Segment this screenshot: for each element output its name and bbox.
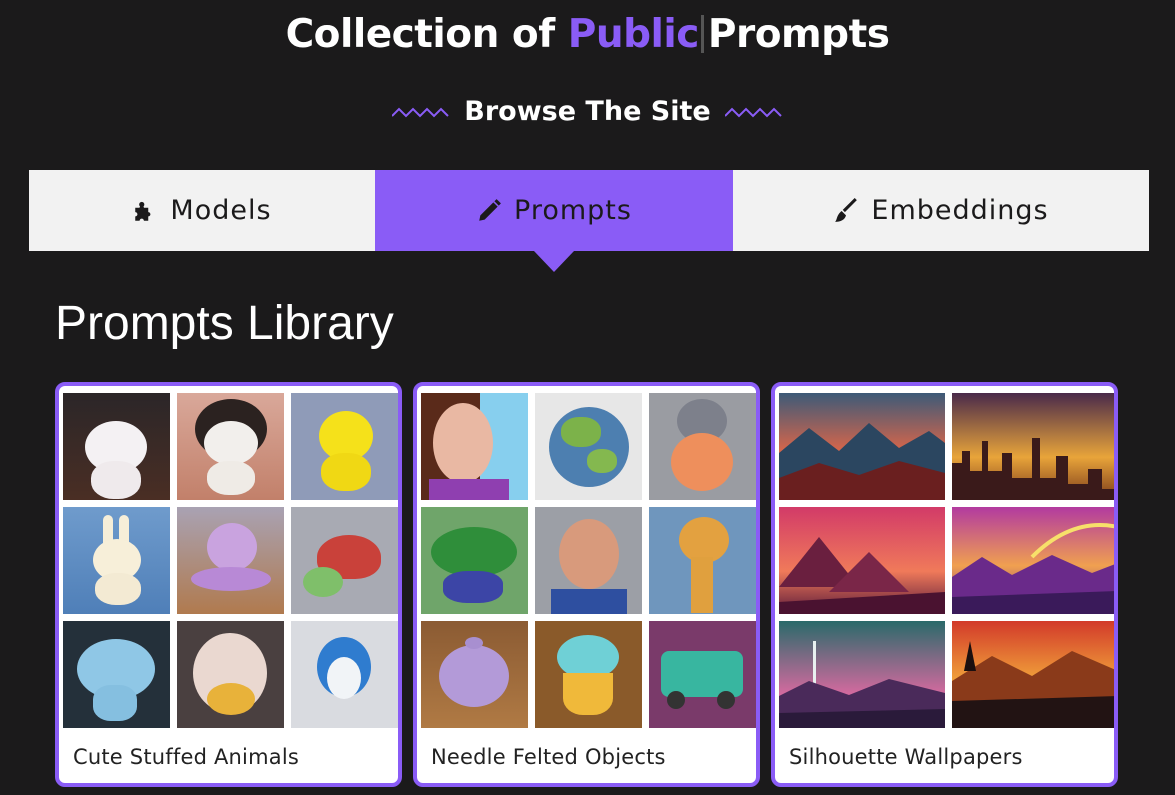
card-cute-stuffed-animals[interactable]: Cute Stuffed Animals xyxy=(55,382,402,787)
brush-icon xyxy=(835,197,858,222)
thumb-image xyxy=(63,621,170,728)
typing-caret xyxy=(700,15,704,53)
thumb-image xyxy=(291,393,398,500)
card-list: Cute Stuffed Animals Needle Felted Objec… xyxy=(55,382,1118,787)
tab-prompts-label: Prompts xyxy=(514,195,632,226)
card-silhouette-wallpapers[interactable]: Silhouette Wallpapers xyxy=(771,382,1118,787)
thumb-image xyxy=(177,507,284,614)
thumb-image xyxy=(952,393,1114,500)
browse-heading: Browse The Site xyxy=(0,96,1175,127)
thumb-image xyxy=(291,621,398,728)
thumb-image xyxy=(421,507,528,614)
pencil-icon xyxy=(479,198,501,221)
thumb-image xyxy=(291,507,398,614)
thumb-image xyxy=(535,507,642,614)
thumb-image xyxy=(63,393,170,500)
title-accent: Public xyxy=(567,12,700,57)
tab-models[interactable]: Models xyxy=(29,170,375,251)
title-prefix: Collection of xyxy=(285,12,568,57)
tab-prompts[interactable]: Prompts xyxy=(375,170,733,272)
puzzle-icon xyxy=(135,201,151,221)
tab-embeddings-label: Embeddings xyxy=(871,195,1049,226)
thumb-image xyxy=(177,621,284,728)
thumb-image xyxy=(63,507,170,614)
thumb-image xyxy=(649,621,756,728)
card-label: Cute Stuffed Animals xyxy=(73,745,299,769)
browse-tabs: Models Prompts Embeddings xyxy=(29,170,1149,272)
thumb-image xyxy=(535,393,642,500)
thumb-image xyxy=(535,621,642,728)
tab-models-label: Models xyxy=(170,195,272,226)
title-suffix: Prompts xyxy=(707,12,890,57)
thumb-image xyxy=(421,393,528,500)
card-image-grid xyxy=(779,393,1114,728)
thumb-image xyxy=(779,393,945,500)
thumb-image xyxy=(952,621,1114,728)
zigzag-right-icon xyxy=(724,107,782,117)
thumb-image xyxy=(779,507,945,614)
card-label: Silhouette Wallpapers xyxy=(789,745,1023,769)
thumb-image xyxy=(779,621,945,728)
tab-embeddings[interactable]: Embeddings xyxy=(733,170,1149,251)
thumb-image xyxy=(177,393,284,500)
thumb-image xyxy=(649,393,756,500)
card-image-grid xyxy=(421,393,756,728)
thumb-image xyxy=(421,621,528,728)
page-title: Collection of Public Prompts xyxy=(0,12,1175,57)
zigzag-left-icon xyxy=(392,107,449,117)
card-image-grid xyxy=(63,393,398,728)
library-title: Prompts Library xyxy=(55,297,394,350)
thumb-image xyxy=(649,507,756,614)
card-label: Needle Felted Objects xyxy=(431,745,666,769)
browse-label: Browse The Site xyxy=(464,96,711,127)
thumb-image xyxy=(952,507,1114,614)
card-needle-felted-objects[interactable]: Needle Felted Objects xyxy=(413,382,760,787)
